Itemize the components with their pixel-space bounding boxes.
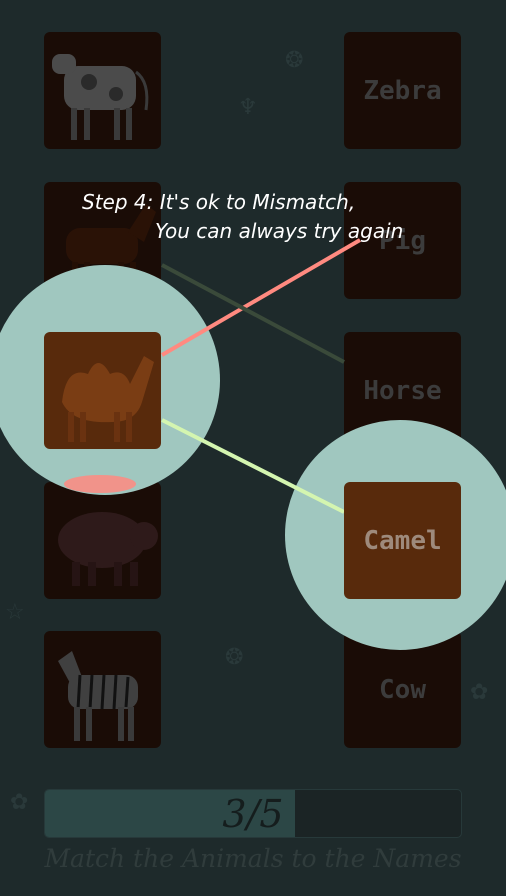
fish-doodle-icon: ❂ <box>285 48 304 73</box>
pig-icon <box>58 512 158 586</box>
name-card-camel[interactable]: Camel <box>344 482 461 599</box>
tutorial-line-2: You can always try again <box>155 219 404 243</box>
cow-icon <box>52 54 149 140</box>
name-card-label: Horse <box>363 375 442 406</box>
animal-card-zebra[interactable] <box>44 631 161 748</box>
name-card-label: Cow <box>379 674 426 705</box>
jellyfish-doodle-icon: ♆ <box>238 95 258 120</box>
animal-card-pig[interactable] <box>44 482 161 599</box>
name-card-label: Zebra <box>363 75 442 106</box>
name-card-label: Camel <box>363 525 442 556</box>
zebra-icon <box>58 651 138 741</box>
name-card-zebra[interactable]: Zebra <box>344 32 461 149</box>
animal-card-camel[interactable] <box>44 332 161 449</box>
instruction-footer: Match the Animals to the Names <box>44 844 462 873</box>
star-doodle-icon: ☆ <box>5 600 25 625</box>
tutorial-line-1: Step 4: It's ok to Mismatch, <box>82 190 356 214</box>
shell-doodle-icon: ✿ <box>10 790 29 815</box>
camel-icon <box>62 356 154 442</box>
animal-card-cow[interactable] <box>44 32 161 149</box>
shell-doodle-icon: ✿ <box>470 680 489 705</box>
progress-bar: 3/5 <box>44 789 462 838</box>
fish-doodle-icon: ❂ <box>225 645 244 670</box>
progress-text: 3/5 <box>222 791 284 836</box>
